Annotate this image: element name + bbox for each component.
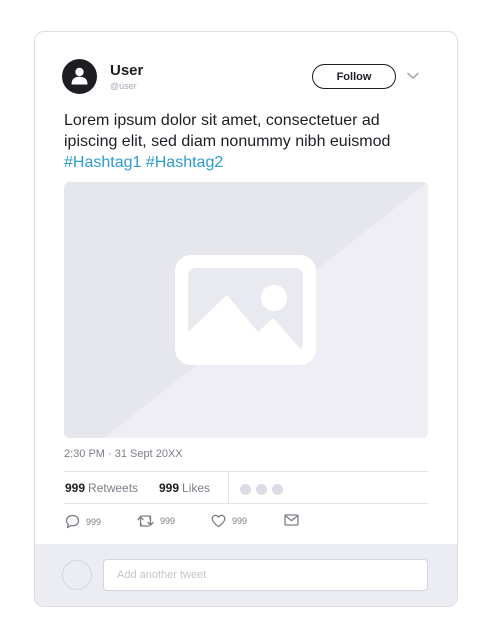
hashtag-link[interactable]: #Hashtag2	[146, 154, 223, 171]
likes-count: 999	[159, 481, 180, 495]
heart-icon	[211, 514, 226, 528]
retweet-action[interactable]: 999	[137, 514, 175, 528]
tweet-timestamp[interactable]: 2:30 PM · 31 Sept 20XX	[64, 448, 183, 460]
image-placeholder-icon	[175, 255, 316, 365]
hashtag-link[interactable]: #Hashtag1	[64, 154, 141, 171]
share-action[interactable]	[284, 514, 299, 526]
reply-avatar	[62, 560, 92, 590]
reply-count: 999	[86, 516, 102, 527]
liker-avatar[interactable]	[240, 484, 251, 495]
mail-icon	[284, 514, 299, 526]
user-icon	[71, 67, 88, 85]
tweet-media[interactable]	[64, 182, 428, 438]
retweets-label: Retweets	[88, 481, 139, 495]
user-handle[interactable]: @user	[110, 81, 137, 91]
reply-input[interactable]	[103, 559, 428, 591]
user-name[interactable]: User	[110, 62, 143, 79]
avatar[interactable]	[62, 59, 97, 94]
retweets-stat[interactable]: 999 Retweets	[65, 481, 138, 495]
follow-button[interactable]: Follow	[312, 64, 396, 89]
divider	[64, 503, 428, 504]
tweet-body: Lorem ipsum dolor sit amet, consectetuer…	[64, 112, 391, 150]
tweet-card: User @user Follow Lorem ipsum dolor sit …	[34, 31, 458, 607]
retweet-icon	[137, 515, 154, 527]
stats-separator	[228, 472, 229, 503]
like-count: 999	[232, 516, 248, 526]
likes-label: Likes	[182, 481, 211, 495]
like-action[interactable]: 999	[211, 514, 247, 528]
stats-row: 999 Retweets 999 Likes	[64, 472, 428, 503]
liker-avatar[interactable]	[256, 484, 267, 495]
likes-stat[interactable]: 999 Likes	[159, 481, 210, 495]
liker-avatar[interactable]	[272, 484, 283, 495]
reply-bar	[35, 544, 457, 606]
retweet-count: 999	[160, 516, 176, 526]
chevron-down-icon[interactable]	[407, 72, 419, 80]
comment-icon	[65, 514, 80, 529]
reply-action[interactable]: 999	[65, 514, 101, 529]
tweet-text: Lorem ipsum dolor sit amet, consectetuer…	[64, 110, 436, 173]
retweets-count: 999	[65, 481, 86, 495]
